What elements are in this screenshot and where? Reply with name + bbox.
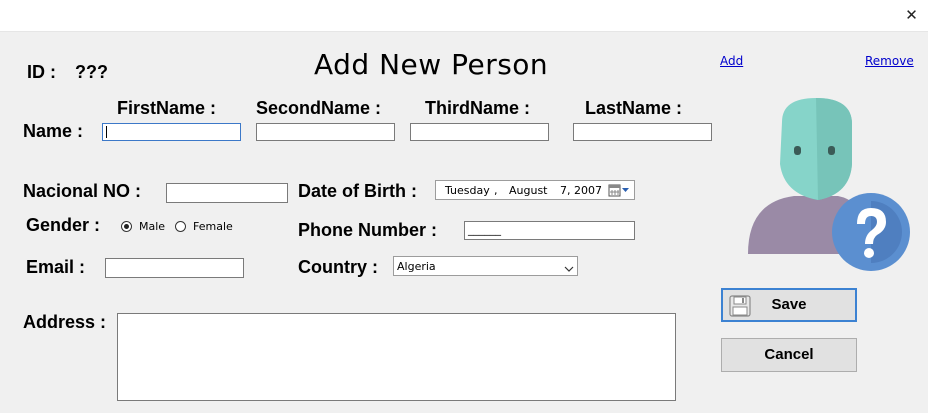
avatar-placeholder-icon bbox=[748, 98, 910, 271]
dob-separator: , bbox=[494, 184, 498, 197]
last-name-input[interactable] bbox=[573, 123, 712, 141]
country-selected-value: Algeria bbox=[397, 260, 436, 273]
national-no-label: Nacional NO : bbox=[23, 181, 142, 201]
gender-female-label[interactable]: Female bbox=[193, 220, 233, 233]
radio-selected-dot bbox=[124, 224, 129, 229]
email-input[interactable] bbox=[105, 258, 244, 278]
phone-number-label: Phone Number : bbox=[298, 220, 438, 240]
cancel-button[interactable]: Cancel bbox=[721, 338, 857, 372]
page-title: Add New Person bbox=[314, 48, 549, 81]
remove-image-link[interactable]: Remove bbox=[865, 54, 914, 68]
third-name-input[interactable] bbox=[410, 123, 549, 141]
title-bar: ✕ bbox=[0, 0, 928, 32]
address-label: Address : bbox=[23, 312, 107, 332]
dob-day-year: 7, 2007 bbox=[560, 184, 602, 197]
date-of-birth-picker[interactable]: Tuesday , August 7, 2007 bbox=[435, 180, 635, 200]
country-label: Country : bbox=[298, 257, 378, 277]
id-label: ID : bbox=[27, 62, 56, 82]
dob-weekday: Tuesday bbox=[445, 184, 490, 197]
gender-male-radio[interactable] bbox=[121, 221, 132, 232]
third-name-label: ThirdName : bbox=[425, 98, 531, 118]
national-no-input[interactable] bbox=[166, 183, 288, 203]
floppy-disk-icon bbox=[729, 295, 751, 328]
add-image-link[interactable]: Add bbox=[720, 54, 743, 68]
first-name-input[interactable] bbox=[102, 123, 241, 141]
calendar-icon[interactable] bbox=[608, 184, 630, 200]
name-label: Name : bbox=[23, 121, 84, 141]
close-icon: ✕ bbox=[905, 6, 918, 24]
country-select[interactable]: Algeria bbox=[393, 256, 578, 276]
text-caret bbox=[106, 126, 107, 138]
id-value: ??? bbox=[75, 62, 108, 82]
gender-label: Gender : bbox=[26, 215, 101, 235]
person-avatar-image bbox=[746, 94, 910, 274]
date-of-birth-label: Date of Birth : bbox=[298, 181, 417, 201]
gender-male-label[interactable]: Male bbox=[139, 220, 165, 233]
email-label: Email : bbox=[26, 257, 86, 277]
chevron-down-icon bbox=[564, 262, 574, 276]
close-button[interactable]: ✕ bbox=[895, 0, 928, 31]
second-name-input[interactable] bbox=[256, 123, 395, 141]
address-textarea[interactable] bbox=[117, 313, 676, 401]
second-name-label: SecondName : bbox=[256, 98, 382, 118]
last-name-label: LastName : bbox=[585, 98, 683, 118]
phone-number-input[interactable]: ______ bbox=[464, 221, 635, 240]
first-name-label: FirstName : bbox=[117, 98, 217, 118]
save-button[interactable]: Save bbox=[721, 288, 857, 322]
gender-female-radio[interactable] bbox=[175, 221, 186, 232]
dob-month: August bbox=[509, 184, 548, 197]
